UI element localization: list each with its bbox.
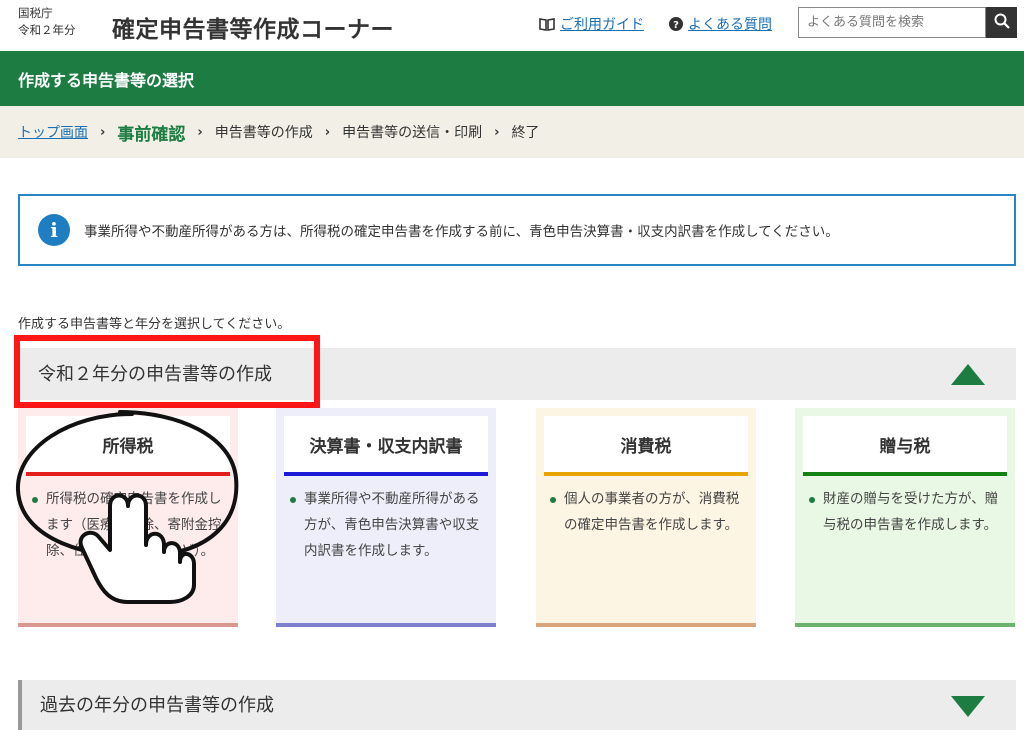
- breadcrumb-step-end: 終了: [511, 125, 540, 141]
- card-description: 財産の贈与を受けた方が、贈与税の申告書を作成します。: [809, 486, 1007, 538]
- agency-label: 国税庁 令和２年分: [18, 5, 76, 39]
- faq-link[interactable]: ? よくある質問: [669, 14, 772, 34]
- card-accent-line: [26, 472, 230, 476]
- breadcrumb-step-send-print: 申告書等の送信・印刷: [342, 125, 483, 141]
- card-title: 消費税: [544, 416, 748, 472]
- guide-link[interactable]: ご利用ガイド: [539, 14, 644, 34]
- card-accent-line: [803, 472, 1007, 476]
- app-title: 確定申告書等作成コーナー: [112, 17, 394, 43]
- chevron-right-icon: ›: [494, 124, 500, 140]
- book-icon: [539, 17, 555, 31]
- chevron-right-icon: ›: [324, 124, 331, 140]
- chevron-right-icon: ›: [100, 124, 106, 140]
- faq-search-input[interactable]: [798, 7, 986, 38]
- card-accent-line: [284, 472, 488, 476]
- card-bottom-border: [536, 623, 756, 627]
- card-title: 所得税: [26, 416, 230, 472]
- breadcrumb-step-create: 申告書等の作成: [214, 125, 313, 141]
- site-header: 国税庁 令和２年分 確定申告書等作成コーナー ご利用ガイド ? よくある質問: [0, 0, 1024, 51]
- past-years-accordion-header[interactable]: 過去の年分の申告書等の作成: [18, 680, 1016, 730]
- search-button[interactable]: [986, 7, 1017, 38]
- card-description: 個人の事業者の方が、消費税の確定申告書を作成します。: [550, 486, 748, 538]
- svg-text:?: ?: [673, 20, 679, 31]
- breadcrumb: トップ画面 › 事前確認 › 申告書等の作成 › 申告書等の送信・印刷 › 終了: [0, 106, 1024, 158]
- card-description: 事業所得や不動産所得がある方が、青色申告決算書や収支内訳書を作成します。: [290, 486, 488, 564]
- current-year-title: 令和２年分の申告書等の作成: [38, 364, 272, 385]
- section-title: 作成する申告書等の選択: [18, 71, 195, 90]
- bullet-icon: [550, 497, 556, 503]
- collapse-arrow-icon[interactable]: [951, 364, 985, 385]
- guide-link-label: ご利用ガイド: [560, 17, 644, 33]
- card-bottom-border: [795, 623, 1015, 627]
- search-icon: [994, 13, 1010, 32]
- card-bottom-border: [18, 623, 238, 627]
- bullet-icon: [32, 497, 38, 503]
- tax-year: 令和２年分: [18, 23, 76, 37]
- faq-link-label: よくある質問: [688, 17, 772, 33]
- breadcrumb-top-link[interactable]: トップ画面: [18, 122, 88, 142]
- card-title: 贈与税: [803, 416, 1007, 472]
- current-year-accordion-header[interactable]: 令和２年分の申告書等の作成: [18, 348, 1016, 400]
- bullet-icon: [809, 497, 815, 503]
- card-description: 所得税の確定申告書を作成します（医療費控除、寄附金控除、住宅ローン控除など）。: [32, 486, 230, 564]
- card-consumption-tax[interactable]: 消費税 個人の事業者の方が、消費税の確定申告書を作成します。: [536, 408, 756, 627]
- agency-name: 国税庁: [18, 6, 53, 20]
- chevron-right-icon: ›: [197, 124, 203, 140]
- bullet-icon: [290, 497, 296, 503]
- card-gift-tax[interactable]: 贈与税 財産の贈与を受けた方が、贈与税の申告書を作成します。: [795, 408, 1015, 627]
- card-title: 決算書・収支内訳書: [284, 416, 488, 472]
- card-accent-line: [544, 472, 748, 476]
- info-text: 事業所得や不動産所得がある方は、所得税の確定申告書を作成する前に、青色申告決算書…: [84, 224, 839, 240]
- instruction-text: 作成する申告書等と年分を選択してください。: [18, 317, 291, 332]
- section-bar: 作成する申告書等の選択: [0, 51, 1024, 106]
- card-bottom-border: [276, 623, 496, 627]
- info-notice: i 事業所得や不動産所得がある方は、所得税の確定申告書を作成する前に、青色申告決…: [18, 194, 1016, 266]
- info-icon: i: [38, 214, 70, 246]
- expand-arrow-icon[interactable]: [951, 696, 985, 717]
- breadcrumb-current-step: 事前確認: [117, 124, 186, 145]
- card-financial-statement[interactable]: 決算書・収支内訳書 事業所得や不動産所得がある方が、青色申告決算書や収支内訳書を…: [276, 408, 496, 627]
- question-icon: ?: [669, 17, 683, 31]
- past-years-title: 過去の年分の申告書等の作成: [40, 695, 274, 716]
- card-income-tax[interactable]: 所得税 所得税の確定申告書を作成します（医療費控除、寄附金控除、住宅ローン控除な…: [18, 408, 238, 627]
